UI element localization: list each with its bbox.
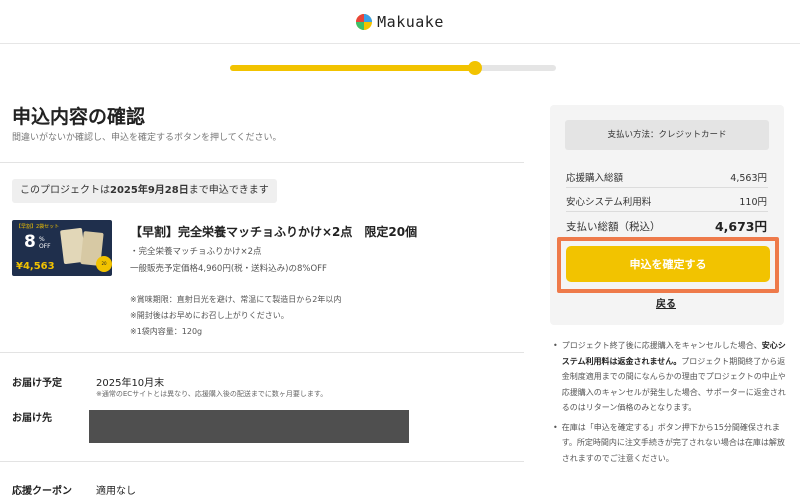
reward-note: ※1袋内容量：120g	[130, 327, 203, 336]
brand-name: Makuake	[377, 12, 444, 31]
support-total-label: 応援購入総額	[566, 173, 624, 184]
limited-sticker: 20	[96, 256, 112, 272]
makuake-logo-icon	[356, 13, 373, 30]
summary-divider	[566, 211, 768, 212]
reward-thumbnail: 【早割】2袋セット 8 % OFF ¥4,563 20	[12, 220, 112, 276]
coupon-value: 適用なし	[96, 486, 136, 495]
divider	[0, 461, 524, 462]
note-item: • プロジェクト終了後に応援購入をキャンセルした場合、安心システム利用料は返金さ…	[553, 341, 786, 412]
reward-title: 【早割】完全栄養マッチョふりかけ×2点 限定20個	[130, 225, 418, 239]
step-progress-bar	[230, 61, 556, 75]
redacted-address	[89, 410, 409, 443]
step-progress-fill	[230, 65, 475, 71]
reward-note: ※賞味期限：直射日光を避け、常温にて製造日から2年以内	[130, 295, 342, 304]
step-progress-knob	[467, 61, 482, 75]
system-fee-value: 110円	[739, 197, 767, 208]
grand-total-label: 支払い総額（税込）	[566, 221, 661, 233]
divider	[0, 352, 524, 353]
system-fee-label: 安心システム利用料	[566, 197, 652, 208]
summary-divider	[566, 187, 768, 188]
page-subtitle: 間違いがないか確認し、申込を確定するボタンを押してください。	[12, 133, 282, 143]
coupon-label: 応援クーポン	[12, 486, 72, 495]
support-total-value: 4,563円	[730, 173, 767, 184]
reward-note: ※開封後はお早めにお召し上がりください。	[130, 311, 289, 320]
reward-price-note: 一般販売予定価格4,960円(税・送料込み)の8%OFF	[130, 264, 327, 274]
reward-contents: ・完全栄養マッチョふりかけ×2点	[130, 247, 262, 257]
deadline-date: 2025年9月28日	[110, 185, 189, 196]
cancellation-notes: • プロジェクト終了後に応援購入をキャンセルした場合、安心システム利用料は返金さ…	[553, 338, 789, 470]
deadline-notice: このプロジェクトは2025年9月28日まで申込できます	[12, 179, 277, 203]
delivery-date-value: 2025年10月末	[96, 378, 165, 389]
back-link[interactable]: 戻る	[656, 295, 676, 310]
delivery-date-label: お届け予定	[12, 378, 62, 389]
delivery-address-label: お届け先	[12, 413, 52, 424]
confirm-application-button[interactable]: 申込を確定する	[566, 246, 770, 282]
makuake-logo[interactable]: Makuake	[356, 13, 444, 31]
note-item: • 在庫は「申込を確定する」ボタン押下から15分間確保されます。所定時間内に注文…	[553, 422, 785, 463]
header: Makuake	[0, 0, 800, 44]
delivery-note: ※通常のECサイトとは異なり、応援購入後の配送までに数ヶ月要します。	[96, 390, 328, 398]
divider	[0, 162, 524, 163]
grand-total-value: 4,673円	[714, 219, 767, 234]
payment-method: 支払い方法：クレジットカード	[565, 120, 769, 150]
page-title: 申込内容の確認	[12, 106, 146, 128]
